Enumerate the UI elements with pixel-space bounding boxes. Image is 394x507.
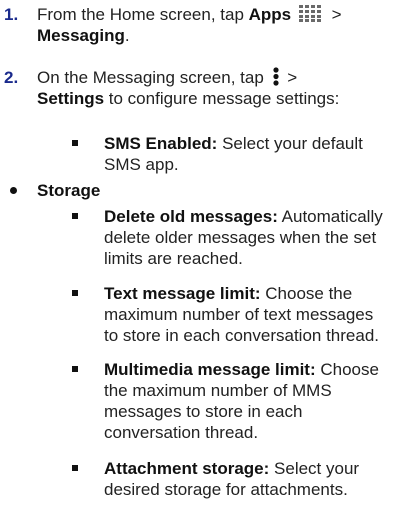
item-desc-line3: to store in each conversation thread. (104, 326, 379, 345)
square-bullet (72, 213, 78, 219)
item-desc-line2: delete older messages when the set (104, 228, 377, 247)
step-separator: > (326, 5, 342, 24)
item-text: Multimedia message limit: Choose the max… (104, 359, 390, 443)
item-desc-line3: limits are reached. (104, 249, 243, 268)
item-desc-line2: maximum number of text messages (104, 305, 374, 324)
menu-kebab-icon (272, 67, 279, 86)
item-text: SMS Enabled: Select your default SMS app… (104, 133, 390, 175)
item-desc-line1: Choose the (260, 284, 353, 303)
item-desc-line2: desired storage for attachments. (104, 480, 348, 499)
step-separator: > (282, 68, 298, 87)
item-text: Delete old messages: Automatically delet… (104, 206, 390, 269)
item-desc-line1: Select your default (217, 134, 363, 153)
apps-label: Apps (248, 5, 292, 24)
item-label: Multimedia message limit: (104, 360, 316, 379)
item-label: Attachment storage: (104, 459, 270, 478)
settings-label: Settings (37, 89, 105, 108)
item-desc-line2: SMS app. (104, 155, 179, 174)
step-text-end: to configure message settings: (104, 89, 340, 108)
step-text-intro: On the Messaging screen, tap (37, 68, 264, 87)
step-text: On the Messaging screen, tap > Settings … (37, 67, 382, 109)
round-bullet (10, 187, 17, 194)
square-bullet (72, 465, 78, 471)
item-label: SMS Enabled: (104, 134, 218, 153)
item-desc-line1: Automatically (277, 207, 383, 226)
item-desc-line3: messages to store in each (104, 402, 303, 421)
storage-heading-wrap: Storage (37, 180, 382, 201)
item-desc-line1: Choose (315, 360, 379, 379)
messaging-label: Messaging (37, 26, 125, 45)
step-text: From the Home screen, tap Apps > Messagi… (37, 4, 382, 46)
step-end: . (124, 26, 130, 45)
step-number: 2. (4, 68, 19, 87)
apps-grid-icon (298, 5, 321, 22)
storage-heading: Storage (37, 181, 101, 200)
item-label: Delete old messages: (104, 207, 278, 226)
item-text: Attachment storage: Select your desired … (104, 458, 390, 500)
item-desc-line2: the maximum number of MMS (104, 381, 332, 400)
square-bullet (72, 290, 78, 296)
square-bullet (72, 140, 78, 146)
item-desc-line4: conversation thread. (104, 423, 259, 442)
item-text: Text message limit: Choose the maximum n… (104, 283, 390, 346)
step-text-intro: From the Home screen, tap (37, 5, 249, 24)
square-bullet (72, 366, 78, 372)
step-number: 1. (4, 5, 19, 24)
item-desc-line1: Select your (269, 459, 360, 478)
item-label: Text message limit: (104, 284, 261, 303)
